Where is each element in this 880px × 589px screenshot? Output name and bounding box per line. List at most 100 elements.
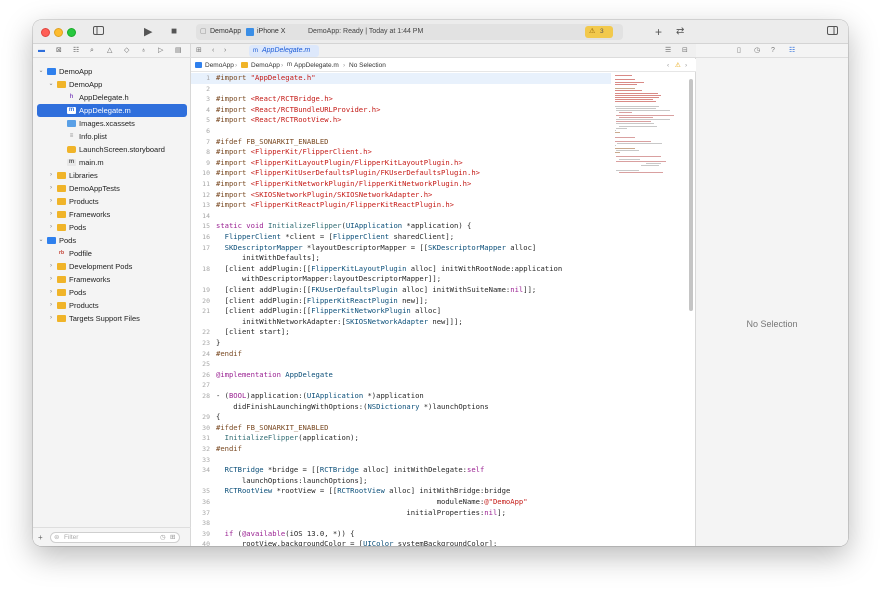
code-line[interactable]: 12 #import <SKIOSNetworkPlugin/SKIOSNetwo… <box>191 190 611 201</box>
editor-options-icon[interactable]: ☰ <box>665 44 671 58</box>
history-icon[interactable]: ◷ <box>754 44 760 58</box>
jumpbar-selection[interactable]: No Selection <box>349 59 386 72</box>
navigator-item[interactable]: › Pods <box>33 221 183 234</box>
navigator-item[interactable]: › Products <box>33 195 183 208</box>
code-line[interactable]: 23} <box>191 338 611 349</box>
navigator-item[interactable]: › Frameworks <box>33 273 183 286</box>
code-line[interactable]: launchOptions:launchOptions]; <box>191 476 611 487</box>
search-icon[interactable]: ⌕ <box>90 44 94 58</box>
warning-badge[interactable]: ⚠ 3 <box>585 26 613 38</box>
code-line[interactable]: 26 @implementation AppDelegate <box>191 370 611 381</box>
code-line[interactable]: didFinishLaunchingWithOptions:(NSDiction… <box>191 402 611 413</box>
code-line[interactable]: 22 [client start]; <box>191 327 611 338</box>
related-items-icon[interactable]: ⊞ <box>196 44 202 58</box>
code-line[interactable]: 27 <box>191 380 611 391</box>
attributes-icon[interactable]: ☷ <box>789 44 795 58</box>
chevron-right-icon[interactable]: › <box>47 299 55 312</box>
chevron-right-icon[interactable]: › <box>47 195 55 208</box>
chevron-right-icon[interactable]: › <box>47 221 55 234</box>
chevron-right-icon[interactable]: › <box>47 260 55 273</box>
navigator-item[interactable]: › DemoAppTests <box>33 182 183 195</box>
code-line[interactable]: 24 #endif <box>191 349 611 360</box>
navigator-item[interactable]: › Frameworks <box>33 208 183 221</box>
modified-files-icon[interactable]: ⊞ <box>170 533 175 542</box>
chevron-right-icon[interactable]: › <box>47 273 55 286</box>
code-line[interactable]: 15 static void InitializeFlipper(UIApplic… <box>191 221 611 232</box>
split-editor-icon[interactable]: ⊟ <box>682 44 688 58</box>
scroll-thumb[interactable] <box>689 79 693 311</box>
navigator-item[interactable]: › Products <box>33 299 183 312</box>
code-line[interactable]: 20 [client addPlugin:[FlipperKitReactPlu… <box>191 296 611 307</box>
navigator-item[interactable]: ≡ Info.plist <box>33 130 183 143</box>
navigator-item[interactable]: Images.xcassets <box>33 117 183 130</box>
back-icon[interactable]: ‹ <box>212 44 214 58</box>
navigator-item[interactable]: ⌄ Pods <box>33 234 183 247</box>
code-line[interactable]: 39 if (@available(iOS 13.0, *)) { <box>191 529 611 540</box>
code-line[interactable]: 13 #import <FlipperKitReactPlugin/Flipper… <box>191 200 611 211</box>
code-line[interactable]: 32 #endif <box>191 444 611 455</box>
scheme-selector[interactable]: DemoApp <box>210 24 241 40</box>
code-line[interactable]: 31 InitializeFlipper(application); <box>191 433 611 444</box>
warning-icon[interactable]: ⚠ <box>675 59 681 72</box>
code-line[interactable]: 19 [client addPlugin:[[FKUserDefaultsPlu… <box>191 285 611 296</box>
code-line[interactable]: 35 RCTRootView *rootView = [[RCTRootView… <box>191 486 611 497</box>
chevron-right-icon[interactable]: › <box>47 312 55 325</box>
forward-icon[interactable]: › <box>224 44 226 58</box>
code-line[interactable]: 4 #import <React/RCTBundleURLProvider.h> <box>191 105 611 116</box>
file-inspector-icon[interactable]: ▯ <box>737 44 741 58</box>
code-line[interactable]: 28 - (BOOL)application:(UIApplication *)a… <box>191 391 611 402</box>
return-arrows-icon[interactable]: ⇄ <box>676 20 684 44</box>
code-line[interactable]: initWithNetworkAdapter:[SKIOSNetworkAdap… <box>191 317 611 328</box>
code-line[interactable]: 37 initialProperties:nil]; <box>191 508 611 519</box>
code-line[interactable]: initWithDefaults]; <box>191 253 611 264</box>
folder-icon[interactable]: ▬ <box>38 44 45 58</box>
code-line[interactable]: 34 RCTBridge *bridge = [[RCTBridge alloc… <box>191 465 611 476</box>
code-line[interactable]: 11 #import <FlipperKitNetworkPlugin/Flipp… <box>191 179 611 190</box>
chevron-down-icon[interactable]: ⌄ <box>37 65 45 78</box>
code-line[interactable]: 1 #import "AppDelegate.h" <box>191 73 611 84</box>
code-line[interactable]: 18 [client addPlugin:[[FlipperKitLayoutP… <box>191 264 611 275</box>
code-line[interactable]: 25 <box>191 359 611 370</box>
source-control-icon[interactable]: ⊠ <box>56 44 62 58</box>
code-line[interactable]: 38 <box>191 518 611 529</box>
chevron-down-icon[interactable]: ⌄ <box>47 78 55 91</box>
code-area[interactable]: 1 #import "AppDelegate.h" 2 3 #import <React… <box>191 73 611 546</box>
stop-icon[interactable]: ■ <box>171 20 177 44</box>
code-line[interactable]: 40 rootView.backgroundColor = [UIColor s… <box>191 539 611 546</box>
inspector-toggle-icon[interactable] <box>827 20 838 44</box>
chevron-right-icon[interactable]: › <box>47 182 55 195</box>
code-line[interactable]: 5 #import <React/RCTRootView.h> <box>191 115 611 126</box>
code-line[interactable]: 10 #import <FlipperKitUserDefaultsPlugin/… <box>191 168 611 179</box>
chevron-down-icon[interactable]: ⌄ <box>37 234 45 247</box>
breakpoint-icon[interactable]: ▷ <box>158 44 163 58</box>
zoom-window-button[interactable] <box>67 28 76 37</box>
code-line[interactable]: 2 <box>191 84 611 95</box>
navigator-item[interactable]: › Development Pods <box>33 260 183 273</box>
code-line[interactable]: 9 #import <FlipperKitLayoutPlugin/Flipper… <box>191 158 611 169</box>
test-icon[interactable]: ◇ <box>124 44 129 58</box>
code-line[interactable]: 30 #ifdef FB_SONARKIT_ENABLED <box>191 423 611 434</box>
navigator-item[interactable]: ⌄ DemoApp <box>33 78 183 91</box>
chevron-right-icon[interactable]: › <box>47 286 55 299</box>
code-line[interactable]: 33 <box>191 455 611 466</box>
warning-icon[interactable]: △ <box>107 44 112 58</box>
add-button[interactable]: + <box>38 528 43 546</box>
filter-field[interactable]: ⊜ Filter ◷ ⊞ <box>50 532 180 543</box>
navigator-item[interactable]: › Targets Support Files <box>33 312 183 325</box>
code-line[interactable]: 17 SKDescriptorMapper *layoutDescriptorM… <box>191 243 611 254</box>
minimap[interactable] <box>611 73 683 213</box>
help-icon[interactable]: ? <box>771 44 775 58</box>
code-line[interactable]: 14 <box>191 211 611 222</box>
device-selector[interactable]: iPhone X <box>257 24 285 40</box>
previous-issue-icon[interactable]: ‹ <box>667 59 669 72</box>
recent-files-icon[interactable]: ◷ <box>160 533 166 542</box>
navigator-item[interactable]: LaunchScreen.storyboard <box>33 143 183 156</box>
code-line[interactable]: withDescriptorMapper:layoutDescriptorMap… <box>191 274 611 285</box>
chevron-right-icon[interactable]: › <box>47 208 55 221</box>
code-line[interactable]: 29 { <box>191 412 611 423</box>
navigator-item[interactable]: › Libraries <box>33 169 183 182</box>
navigator-item[interactable]: m main.m <box>33 156 183 169</box>
minimize-window-button[interactable] <box>54 28 63 37</box>
navigator-item[interactable]: ⌄ DemoApp <box>33 65 183 78</box>
jumpbar-group[interactable]: DemoApp <box>251 59 280 72</box>
